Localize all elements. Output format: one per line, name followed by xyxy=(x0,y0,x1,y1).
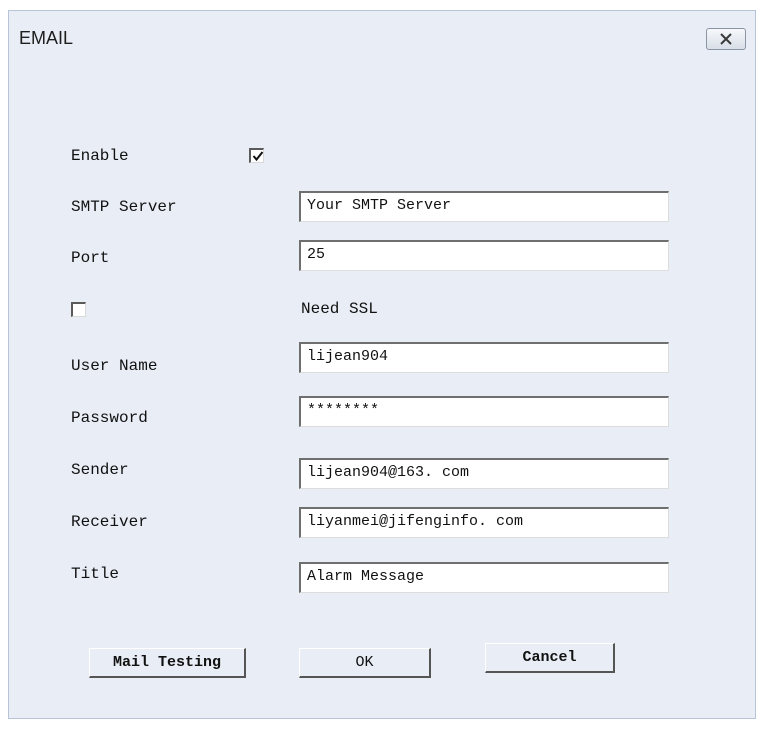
user-name-label: User Name xyxy=(71,357,158,375)
close-x-icon xyxy=(720,33,732,45)
receiver-label: Receiver xyxy=(71,513,148,531)
close-button[interactable] xyxy=(706,28,746,50)
need-ssl-label: Need SSL xyxy=(301,300,378,318)
sender-field[interactable]: lijean904@163. com xyxy=(299,458,669,489)
smtp-server-field[interactable]: Your SMTP Server xyxy=(299,191,669,222)
title-label: Title xyxy=(71,565,120,583)
enable-checkbox[interactable] xyxy=(249,148,264,163)
port-label: Port xyxy=(71,249,110,267)
port-field[interactable]: 25 xyxy=(299,240,669,271)
receiver-field[interactable]: liyanmei@jifenginfo. com xyxy=(299,507,669,538)
ok-button[interactable]: OK xyxy=(299,648,431,678)
email-dialog: EMAIL Enable SMTP Server Your SMTP Serve… xyxy=(8,10,756,719)
dialog-title: EMAIL xyxy=(19,28,74,48)
password-field[interactable]: ******** xyxy=(299,396,669,427)
user-name-field[interactable]: lijean904 xyxy=(299,342,669,373)
sender-label: Sender xyxy=(71,461,129,479)
need-ssl-checkbox[interactable] xyxy=(71,302,86,317)
mail-testing-button[interactable]: Mail Testing xyxy=(89,648,246,678)
cancel-button[interactable]: Cancel xyxy=(485,643,615,673)
title-bar: EMAIL xyxy=(9,11,755,69)
enable-label: Enable xyxy=(71,147,129,165)
smtp-server-label: SMTP Server xyxy=(71,198,177,216)
password-label: Password xyxy=(71,409,148,427)
checkmark-icon xyxy=(252,151,264,162)
title-field[interactable]: Alarm Message xyxy=(299,562,669,593)
